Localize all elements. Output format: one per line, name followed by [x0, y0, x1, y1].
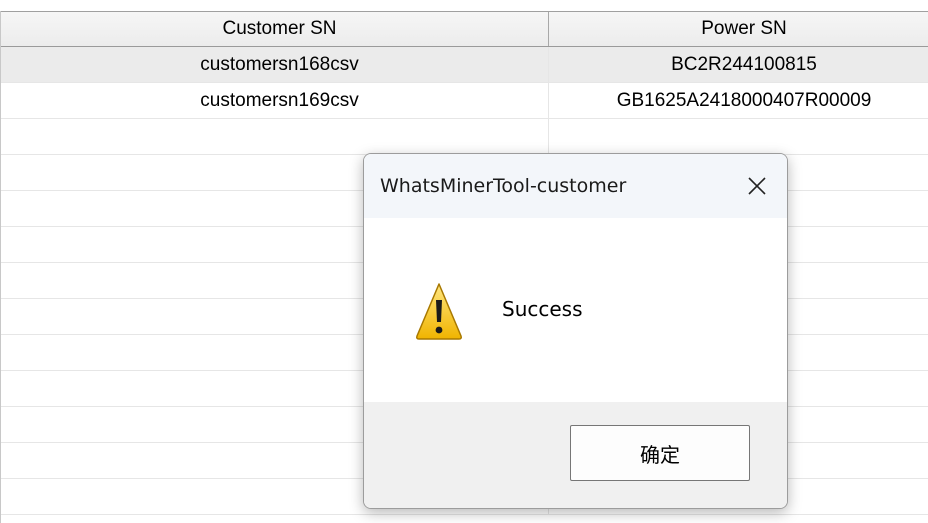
empty-row: [1, 119, 928, 155]
cell-customer-sn[interactable]: customersn168csv: [11, 47, 549, 82]
close-icon: [748, 177, 766, 195]
message-dialog: WhatsMinerTool-customer Success 确定: [363, 153, 788, 509]
ok-button[interactable]: 确定: [570, 425, 750, 481]
column-header-power-sn[interactable]: Power SN: [549, 12, 928, 46]
table-row[interactable]: customersn168csv BC2R244100815: [1, 47, 928, 83]
dialog-message: Success: [502, 297, 583, 321]
dialog-title: WhatsMinerTool-customer: [380, 175, 627, 197]
table-row[interactable]: customersn169csv GB1625A2418000407R00009: [1, 83, 928, 119]
cell-customer-sn[interactable]: customersn169csv: [11, 83, 549, 118]
cell-power-sn[interactable]: BC2R244100815: [549, 47, 928, 82]
dialog-footer: 确定: [364, 402, 787, 508]
cell-power-sn[interactable]: GB1625A2418000407R00009: [549, 83, 928, 118]
dialog-titlebar[interactable]: WhatsMinerTool-customer: [364, 154, 787, 218]
table-header: Customer SN Power SN: [1, 11, 928, 47]
dialog-content: Success: [364, 218, 787, 402]
warning-icon: [416, 283, 462, 340]
app-window: Customer SN Power SN customersn168csv BC…: [0, 0, 928, 523]
empty-cell: [11, 119, 549, 154]
close-button[interactable]: [735, 164, 779, 208]
column-header-customer-sn[interactable]: Customer SN: [11, 12, 549, 46]
